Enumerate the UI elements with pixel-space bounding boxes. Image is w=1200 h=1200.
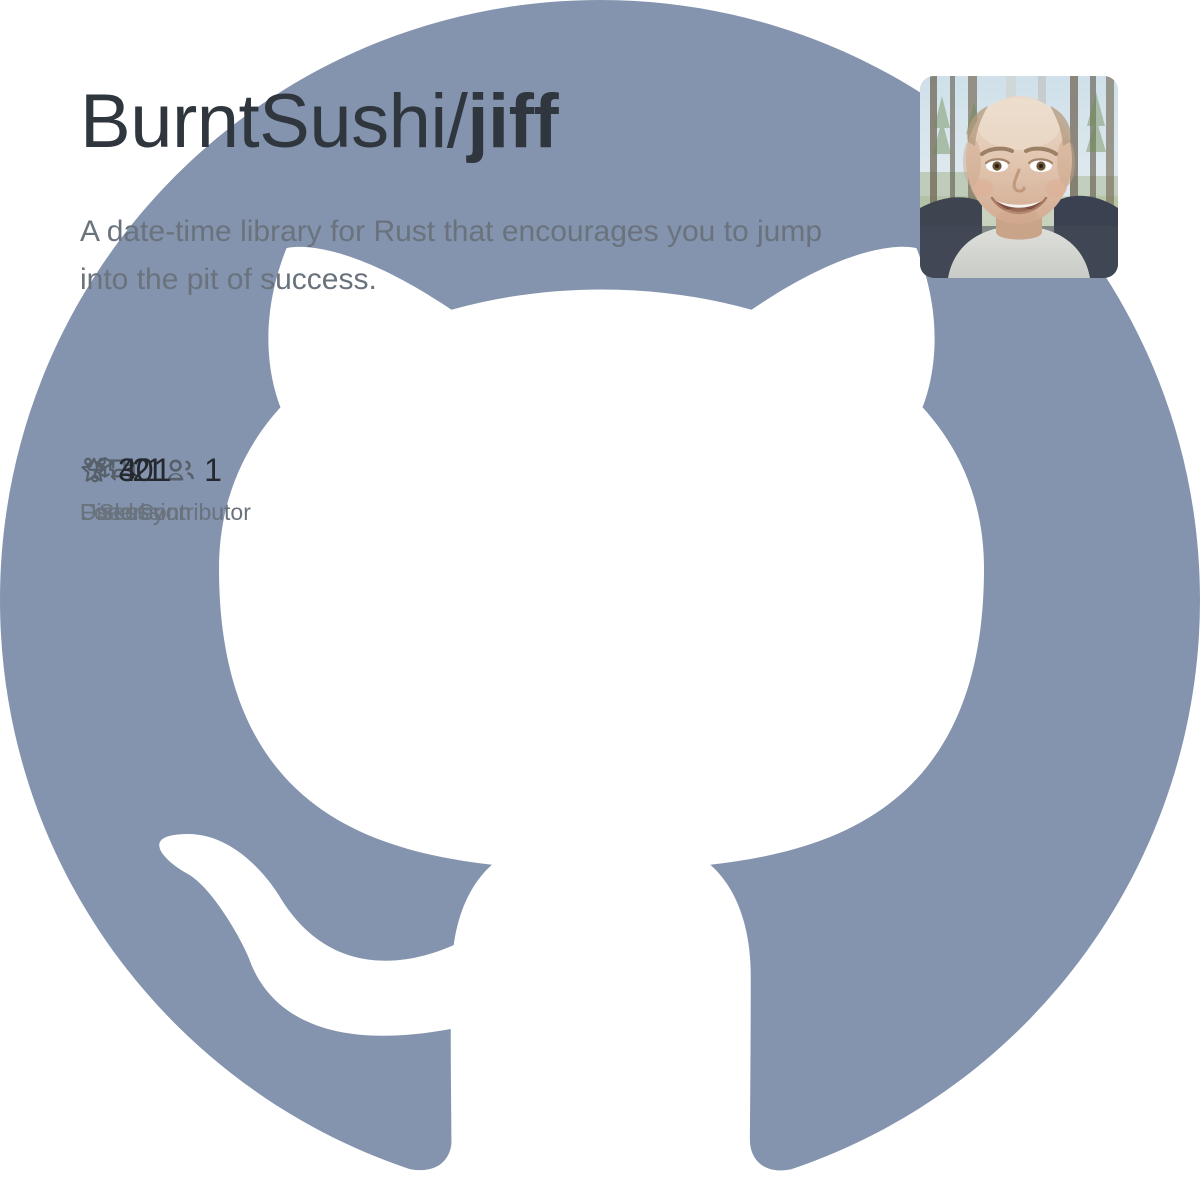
stat-forks[interactable]: 4 Forks: [80, 452, 138, 526]
avatar: [920, 76, 1118, 278]
repo-description: A date-time library for Rust that encour…: [80, 215, 823, 296]
stat-label: Forks: [80, 499, 138, 525]
stat-top: 4: [81, 452, 137, 488]
stat-count: 1: [204, 452, 222, 488]
avatar-photo: [920, 76, 1118, 278]
repo-forked-icon: [81, 456, 109, 484]
stat-count: 4: [118, 452, 137, 488]
repo-name[interactable]: jiff: [467, 79, 558, 164]
repo-stats: 1 Contributor 2 Used by 1 Discussion 301…: [80, 452, 1120, 542]
page-title: BurntSushi/jiff: [80, 84, 559, 160]
repo-owner[interactable]: BurntSushi/: [80, 79, 468, 164]
repo-social-card: BurntSushi/jiff A date-time library for …: [0, 0, 1200, 1171]
